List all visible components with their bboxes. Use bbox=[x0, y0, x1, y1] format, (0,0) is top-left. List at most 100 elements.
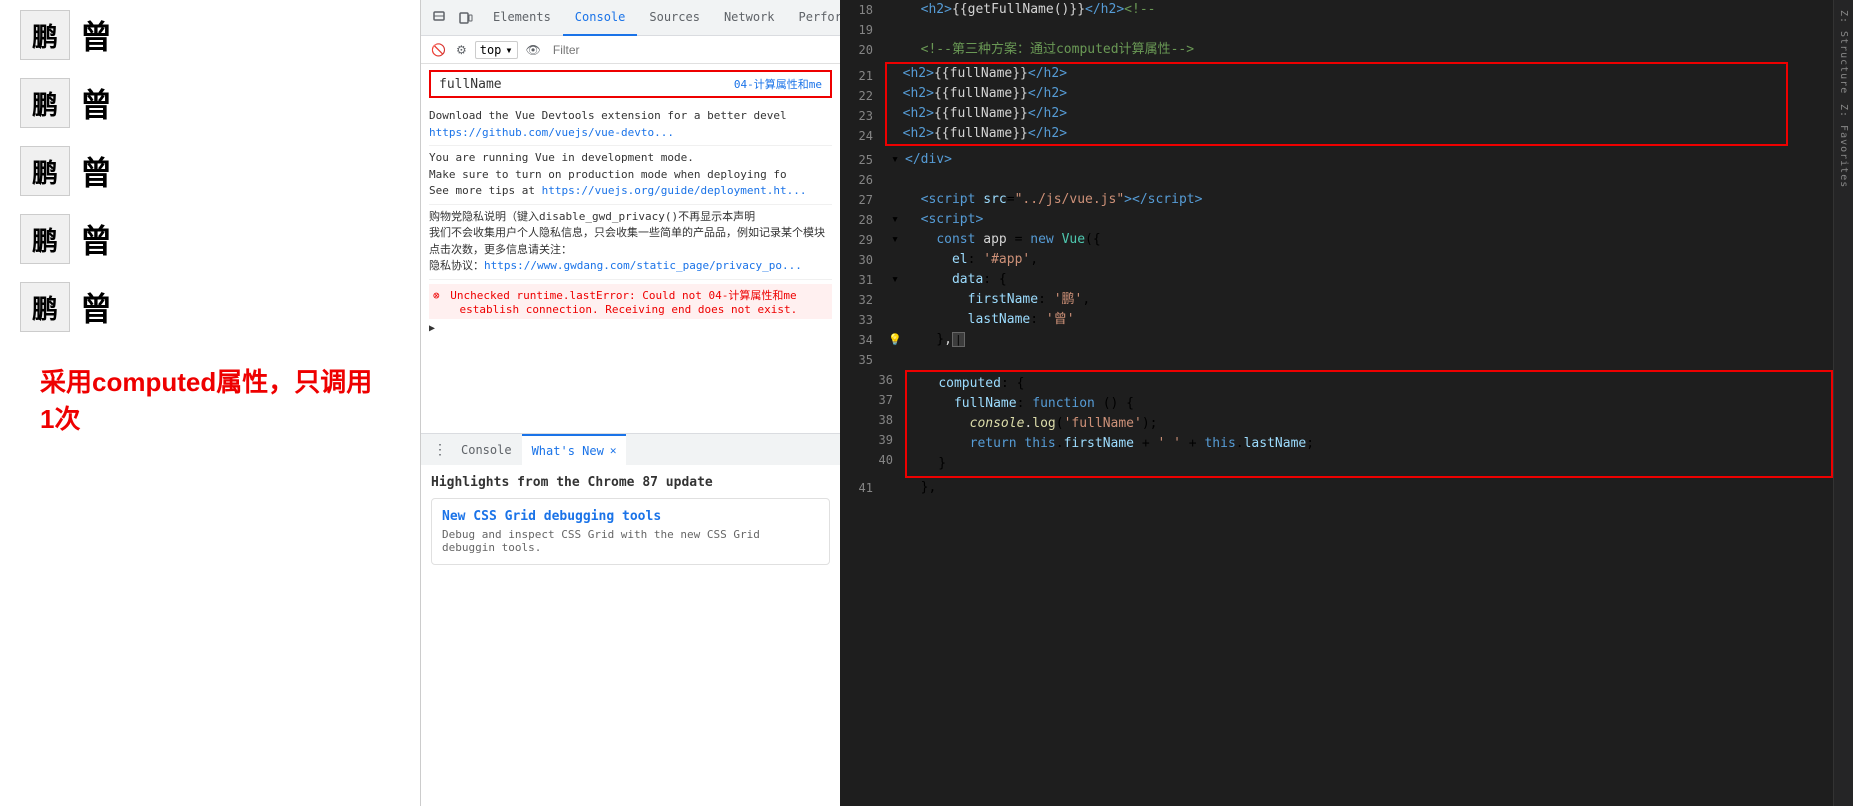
tab-network[interactable]: Network bbox=[712, 0, 787, 36]
code-text-32: firstName: '鹏', bbox=[905, 290, 1833, 310]
surname-3: 曾 bbox=[80, 148, 112, 194]
privacy-link[interactable]: https://www.gwdang.com/static_page/priva… bbox=[484, 259, 802, 272]
error-icon: ⊗ bbox=[433, 289, 440, 302]
code-line-28: 28 ▾ <script> bbox=[840, 210, 1833, 230]
code-line-22: <h2>{{fullName}}</h2> bbox=[887, 84, 1786, 104]
sidebar-label-structure: Z: Structure bbox=[1838, 10, 1849, 94]
surname-2: 曾 bbox=[80, 80, 112, 126]
code-text-20: <!--第三种方案：通过computed计算属性--> bbox=[905, 40, 1833, 60]
code-line-27: 27 <script src="../js/vue.js"></script> bbox=[840, 190, 1833, 210]
line-num-35: 35 bbox=[840, 350, 885, 370]
tab-close-button[interactable]: ✕ bbox=[610, 444, 617, 457]
line-num-32: 32 bbox=[840, 290, 885, 310]
line-num-29: 29 bbox=[840, 230, 885, 250]
tab-console[interactable]: Console bbox=[563, 0, 638, 36]
code-text-18: <h2>{{getFullName()}}</h2><!-- bbox=[905, 0, 1833, 20]
structure-sidebar: Z: Structure Z: Favorites bbox=[1833, 0, 1853, 806]
expand-arrow[interactable]: ▶ bbox=[429, 323, 832, 334]
error-link[interactable]: 04-计算属性和me bbox=[709, 289, 797, 302]
gutter-28: ▾ bbox=[885, 210, 905, 230]
more-options-button[interactable]: ⋮ bbox=[429, 437, 451, 462]
bottom-tab-console[interactable]: Console bbox=[451, 434, 522, 466]
code-line-18: 18 <h2>{{getFullName()}}</h2><!-- bbox=[840, 0, 1833, 20]
context-selector[interactable]: top ▾ bbox=[475, 41, 518, 59]
code-line-39: return this.firstName + ' ' + this.lastN… bbox=[907, 434, 1831, 454]
code-line-30: 30 el: '#app', bbox=[840, 250, 1833, 270]
chevron-down-icon: ▾ bbox=[505, 43, 512, 57]
news-item-1-title[interactable]: New CSS Grid debugging tools bbox=[442, 509, 819, 524]
console-output: Download the Vue Devtools extension for … bbox=[421, 104, 840, 433]
line-num-33: 33 bbox=[840, 310, 885, 330]
code-text-33: lastName: '曾' bbox=[905, 310, 1833, 330]
console-settings-button[interactable]: ⚙ bbox=[454, 41, 469, 59]
devtools-tabs: Elements Console Sources Network Perfor.… bbox=[481, 0, 876, 36]
code-line-25: 25 ▾ </div> bbox=[840, 150, 1833, 170]
code-editor-panel: 18 <h2>{{getFullName()}}</h2><!-- 19 20 … bbox=[840, 0, 1853, 806]
code-line-24: <h2>{{fullName}}</h2> bbox=[887, 124, 1786, 144]
code-text-39: return this.firstName + ' ' + this.lastN… bbox=[907, 434, 1831, 454]
code-text-28: <script> bbox=[905, 210, 1833, 230]
code-line-33: 33 lastName: '曾' bbox=[840, 310, 1833, 330]
code-line-38: console.log('fullName'); bbox=[907, 414, 1831, 434]
code-text-36: computed: { bbox=[907, 374, 1831, 394]
gutter-31: ▾ bbox=[885, 270, 905, 290]
code-line-41: 41 }, bbox=[840, 478, 1833, 498]
devtools-link[interactable]: https://github.com/vuejs/vue-devto... bbox=[429, 126, 674, 139]
code-content: 18 <h2>{{getFullName()}}</h2><!-- 19 20 … bbox=[840, 0, 1833, 806]
line-num-34: 34 bbox=[840, 330, 885, 350]
chinese-entry-2: 鹏 曾 bbox=[20, 78, 400, 128]
error-text-1: Unchecked runtime.lastError: Could not bbox=[450, 289, 708, 302]
annotation-text: 采用computed属性，只调用1次 bbox=[20, 352, 400, 446]
source-link[interactable]: 04-计算属性和me bbox=[734, 76, 822, 92]
console-tab-label: Console bbox=[461, 443, 512, 457]
line-num-41: 41 bbox=[840, 478, 885, 498]
clear-console-button[interactable]: 🚫 bbox=[429, 41, 448, 59]
avatar-3: 鹏 bbox=[20, 146, 70, 196]
code-line-37: fullName: function () { bbox=[907, 394, 1831, 414]
line-num-28: 28 bbox=[840, 210, 885, 230]
code-text-30: el: '#app', bbox=[905, 250, 1833, 270]
surname-4: 曾 bbox=[80, 216, 112, 262]
code-line-32: 32 firstName: '鹏', bbox=[840, 290, 1833, 310]
code-text-34: },| bbox=[905, 330, 1833, 350]
gutter-34: 💡 bbox=[885, 330, 905, 350]
filter-input[interactable] bbox=[549, 41, 832, 59]
avatar-5: 鹏 bbox=[20, 282, 70, 332]
devtools-toolbar: Elements Console Sources Network Perfor.… bbox=[421, 0, 840, 36]
tab-elements[interactable]: Elements bbox=[481, 0, 563, 36]
browser-content: 鹏 曾 鹏 曾 鹏 曾 鹏 曾 鹏 曾 采用computed属性，只调用1次 bbox=[0, 0, 420, 806]
red-box-js-wrapper: computed: { fullName: function () { cons… bbox=[840, 370, 1833, 478]
tab-sources[interactable]: Sources bbox=[637, 0, 712, 36]
device-toolbar-button[interactable] bbox=[455, 7, 477, 29]
vue-guide-link[interactable]: https://vuejs.org/guide/deployment.ht... bbox=[542, 184, 807, 197]
code-text-26 bbox=[905, 170, 1833, 190]
line-num-27: 27 bbox=[840, 190, 885, 210]
code-line-36: computed: { bbox=[907, 374, 1831, 394]
code-line-31: 31 ▾ data: { bbox=[840, 270, 1833, 290]
code-text-40: } bbox=[907, 454, 1831, 474]
gutter-29: ▾ bbox=[885, 230, 905, 250]
line-num-20: 20 bbox=[840, 40, 885, 60]
line-num-18: 18 bbox=[840, 0, 885, 20]
code-editor-wrapper: 18 <h2>{{getFullName()}}</h2><!-- 19 20 … bbox=[840, 0, 1853, 806]
whats-new-tab-label: What's New bbox=[532, 444, 604, 458]
code-line-23: <h2>{{fullName}}</h2> bbox=[887, 104, 1786, 124]
eye-button[interactable]: 👁 bbox=[524, 41, 543, 59]
code-text-27: <script src="../js/vue.js"></script> bbox=[905, 190, 1833, 210]
console-error: ⊗ Unchecked runtime.lastError: Could not… bbox=[429, 284, 832, 319]
code-line-40: } bbox=[907, 454, 1831, 474]
context-label: top bbox=[480, 43, 502, 57]
bottom-tab-whats-new[interactable]: What's New ✕ bbox=[522, 434, 627, 466]
code-line-21: <h2>{{fullName}}</h2> bbox=[887, 64, 1786, 84]
code-line-34: 34 💡 },| bbox=[840, 330, 1833, 350]
code-text-25: </div> bbox=[905, 150, 1833, 170]
code-text-37: fullName: function () { bbox=[907, 394, 1831, 414]
code-line-19: 19 bbox=[840, 20, 1833, 40]
line-num-25: 25 bbox=[840, 150, 885, 170]
code-text-38: console.log('fullName'); bbox=[907, 414, 1831, 434]
red-box-js: computed: { fullName: function () { cons… bbox=[905, 370, 1833, 478]
inspect-element-button[interactable] bbox=[429, 7, 451, 29]
sidebar-label-favorites: Z: Favorites bbox=[1838, 104, 1849, 188]
code-text-35 bbox=[905, 350, 1833, 370]
chinese-entry-3: 鹏 曾 bbox=[20, 146, 400, 196]
